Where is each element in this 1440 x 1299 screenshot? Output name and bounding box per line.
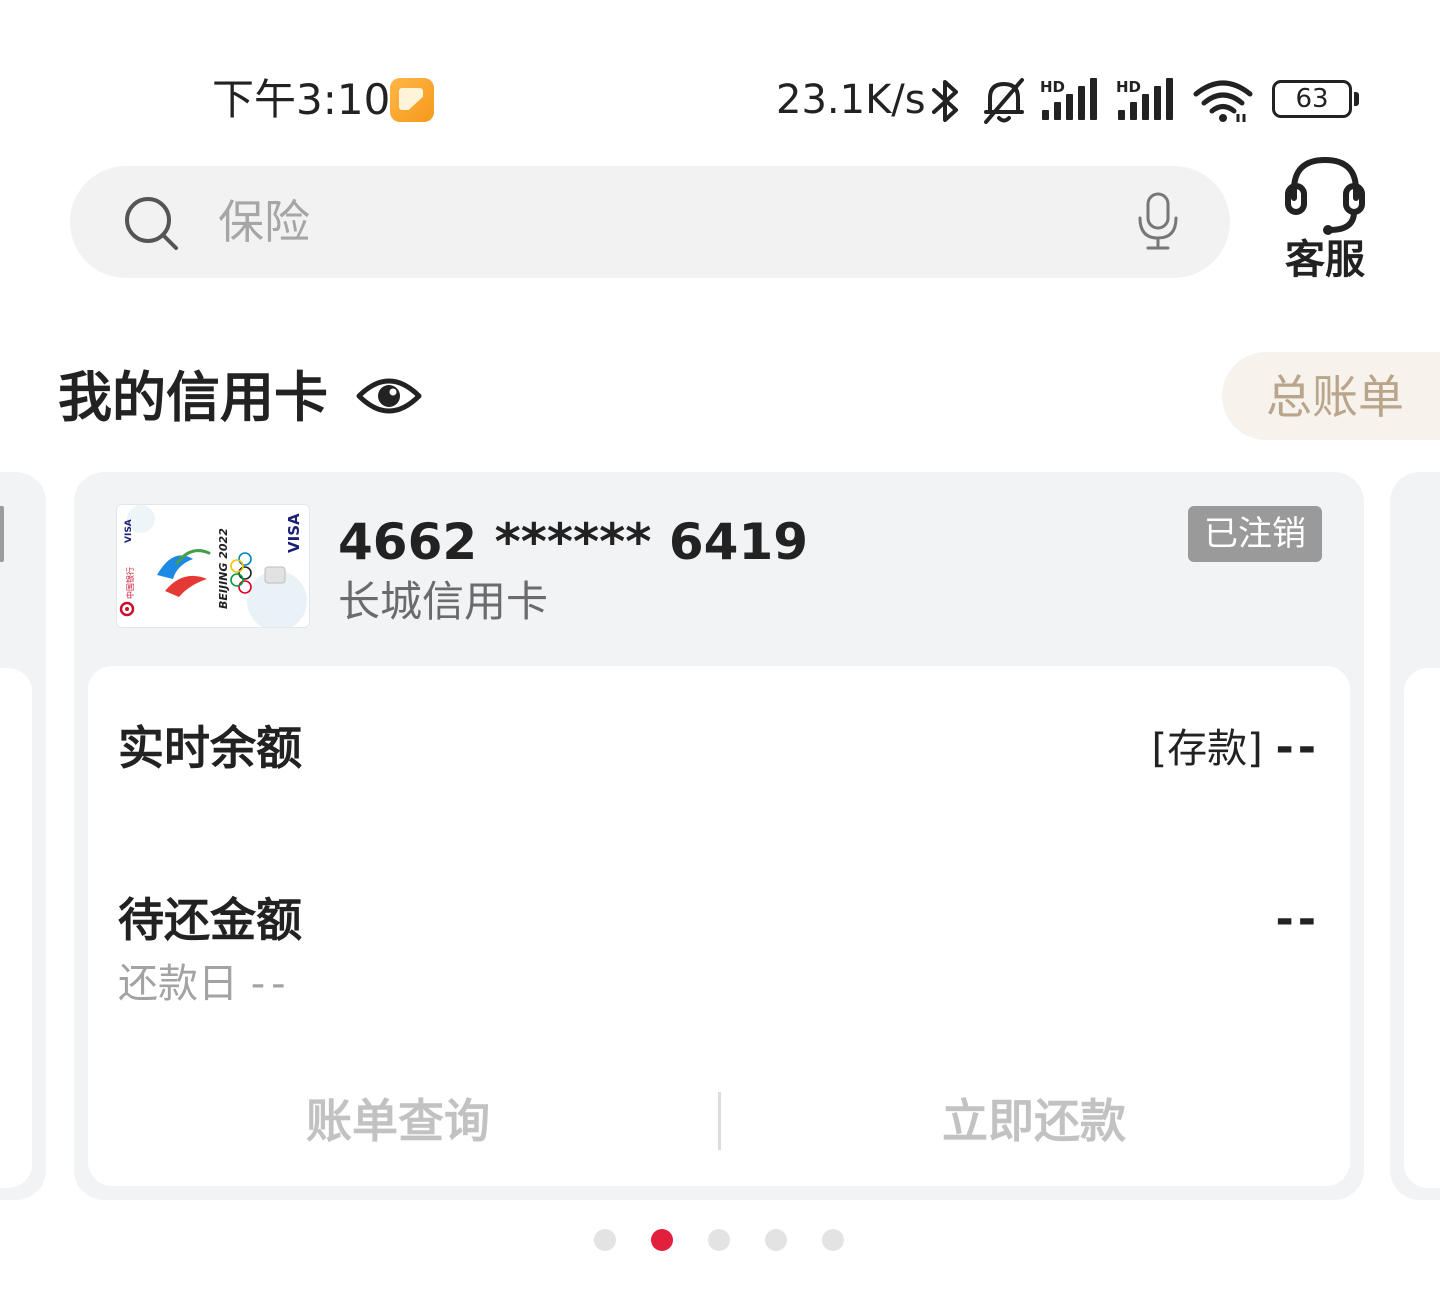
action-divider	[718, 1092, 721, 1150]
bluetooth-icon	[932, 80, 958, 122]
carousel-pager	[594, 1229, 854, 1251]
customer-service-button[interactable]: 客服	[1270, 150, 1380, 290]
credit-card-page: 下午3:10 23.1K/s HD HD 63 保险 客服 我的信用卡 总账单 …	[0, 0, 1440, 1299]
card-network-name: VISA	[285, 513, 303, 553]
next-card-panel	[1404, 668, 1440, 1188]
balance-label: 实时余额	[118, 721, 302, 775]
card-status-badge: 已注销	[1188, 506, 1322, 562]
card-bank-name: 中国银行	[125, 567, 135, 599]
due-amount-label: 待还金额	[118, 893, 302, 947]
battery-icon: 63	[1272, 80, 1359, 118]
pager-dot-1[interactable]	[594, 1229, 616, 1251]
headset-icon	[1285, 156, 1365, 235]
page-title: 我的信用卡	[58, 366, 328, 429]
search-bar[interactable]: 保险	[70, 166, 1230, 278]
status-time: 下午3:10	[212, 75, 391, 124]
previous-card-status-badge	[0, 506, 4, 562]
network-speed: 23.1K/s	[776, 77, 926, 123]
card-detail-panel: 实时余额 [存款] -- 待还金额 -- 还款日 -- 账单查询 立即还款	[88, 666, 1350, 1186]
balance-value-row: [存款] --	[1152, 720, 1320, 777]
svg-text:HD: HD	[1040, 78, 1065, 96]
search-icon	[125, 197, 178, 250]
due-amount-value-row: --	[1275, 892, 1320, 949]
hd-signal-icon: HD	[1116, 78, 1173, 120]
balance-type: [存款]	[1151, 726, 1263, 772]
due-date: 还款日 --	[118, 958, 292, 1010]
due-amount-value: --	[1275, 894, 1320, 945]
eye-icon[interactable]	[356, 372, 422, 420]
search-input[interactable]: 保险	[218, 194, 310, 250]
previous-card-panel	[0, 668, 32, 1188]
battery-level: 63	[1295, 84, 1329, 114]
total-bill-button[interactable]: 总账单	[1222, 352, 1440, 440]
card-number: 4662 ****** 6419	[338, 513, 809, 571]
customer-service-label: 客服	[1285, 237, 1365, 283]
next-card-peek[interactable]	[1390, 472, 1440, 1200]
svg-text:HD: HD	[1116, 78, 1141, 96]
due-date-value: --	[250, 961, 292, 1007]
credit-card-item[interactable]: 中国银行 VISA BEIJING 2022 VISA 4662 ****** …	[74, 472, 1364, 1200]
app-notification-icon	[390, 78, 434, 122]
wifi-icon	[1193, 80, 1253, 122]
card-thumbnail: 中国银行 VISA BEIJING 2022 VISA	[116, 504, 310, 628]
microphone-icon[interactable]	[1136, 190, 1180, 252]
mute-bell-icon	[984, 78, 1024, 124]
balance-value: --	[1275, 722, 1320, 773]
card-face-image: 中国银行 VISA BEIJING 2022 VISA	[117, 505, 309, 627]
svg-text:VISA: VISA	[124, 519, 134, 543]
card-event-name: BEIJING 2022	[217, 528, 230, 609]
total-bill-label: 总账单	[1266, 370, 1404, 424]
repay-now-button[interactable]: 立即还款	[724, 1092, 1344, 1150]
card-name: 长城信用卡	[338, 577, 549, 626]
hd-signal-icon: HD	[1040, 78, 1097, 120]
pager-dot-3[interactable]	[708, 1229, 730, 1251]
bill-query-button[interactable]: 账单查询	[88, 1092, 708, 1150]
due-date-label: 还款日	[118, 961, 238, 1007]
pager-dot-2-active[interactable]	[651, 1229, 673, 1251]
pager-dot-4[interactable]	[765, 1229, 787, 1251]
pager-dot-5[interactable]	[822, 1229, 844, 1251]
previous-card-peek[interactable]	[0, 472, 46, 1200]
